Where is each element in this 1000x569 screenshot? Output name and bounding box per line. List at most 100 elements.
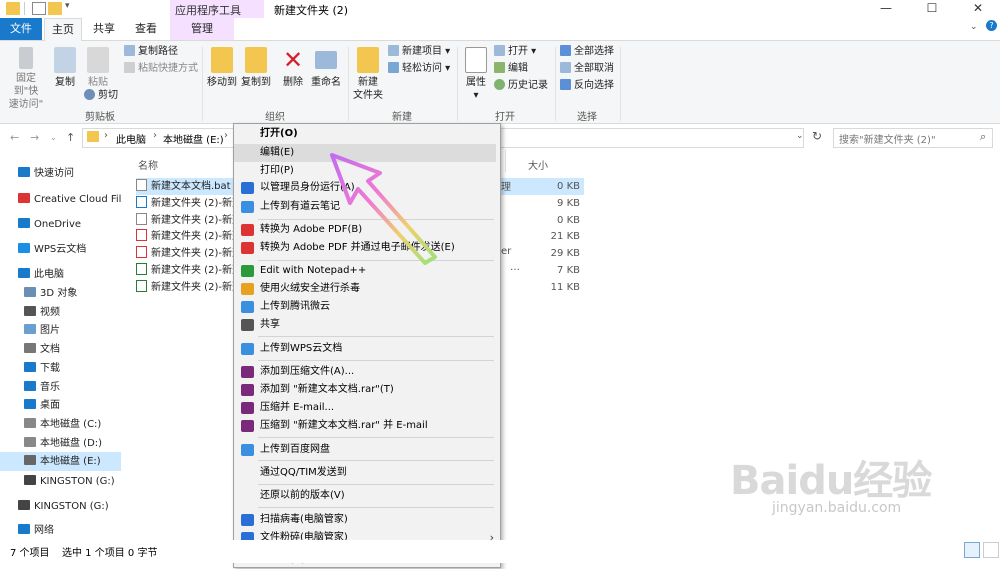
sidebar-item[interactable]: OneDrive [0,215,121,234]
menu-item-add-rar[interactable]: 添加到 "新建文本文档.rar"(T) [234,381,496,399]
menu-item-baidu-upload[interactable]: 上传到百度网盘 [234,441,496,459]
new-folder-icon [357,47,379,73]
menu-separator [258,336,494,337]
sidebar-item[interactable]: 文档 [0,340,121,359]
expand-ribbon-icon[interactable]: ⌄ [970,22,978,32]
menu-item-compress-email[interactable]: 压缩并 E-mail... [234,399,496,417]
history-button[interactable]: 历史记录 [494,78,548,94]
menu-item-weiyun-upload[interactable]: 上传到腾讯微云 [234,298,496,316]
sidebar-item[interactable]: 本地磁盘 (E:) [0,452,121,471]
move-to-button[interactable]: 移动到 [206,47,238,89]
sidebar-item[interactable]: KINGSTON (G:) [0,497,121,516]
sidebar-item[interactable]: KINGSTON (G:) [0,472,121,491]
file-row[interactable]: 新建文件夹 (2)-新建 [136,279,242,296]
type-fragment: 理 [501,182,511,193]
help-icon[interactable]: ? [986,20,997,31]
column-size[interactable]: 大小 [528,157,548,172]
large-icons-view-icon[interactable] [983,542,999,558]
tab-share[interactable]: 共享 [84,18,124,40]
maximize-button[interactable]: ☐ [909,0,955,18]
recent-locations-icon[interactable]: ⌄ [50,133,57,142]
tab-home[interactable]: 主页 [44,18,82,41]
rename-button[interactable]: 重命名 [310,47,342,89]
menu-item-scan-virus[interactable]: 扫描病毒(电脑管家) [234,511,496,529]
sidebar-item[interactable]: 3D 对象 [0,284,121,303]
file-icon [136,246,147,259]
invert-selection-button[interactable]: 反向选择 [560,78,614,94]
copy-path-button[interactable]: 复制路径 [124,44,178,60]
sidebar-item[interactable]: 视频 [0,303,121,322]
paste-label: 粘贴 [88,77,108,88]
minimize-button[interactable]: — [863,0,909,18]
copy-button[interactable]: 复制 [52,47,78,89]
sidebar-item-label: 桌面 [40,400,60,411]
tab-manage[interactable]: 管理 [170,18,234,40]
notepad-plus-icon [241,265,254,277]
sidebar-item[interactable]: 此电脑 [0,265,121,284]
back-arrow-icon[interactable]: ← [10,131,19,144]
column-name[interactable]: 名称 [138,157,158,172]
sidebar-item[interactable]: 快速访问 [0,164,121,183]
sidebar-item-icon [24,437,36,447]
sidebar-item-icon [24,324,36,334]
edit-button[interactable]: 编辑 [494,61,528,77]
delete-button[interactable]: ✕ 删除 [280,47,306,89]
menu-item-huorong-scan[interactable]: 使用火绒安全进行杀毒 [234,280,496,298]
file-row[interactable]: 新建文件夹 (2)-新建 [136,245,242,262]
search-input[interactable]: 搜索"新建文件夹 (2)" [833,128,993,148]
sidebar-item[interactable]: Creative Cloud Files [0,190,121,209]
menu-item-restore-version[interactable]: 还原以前的版本(V) [234,487,496,505]
menu-item-wps-upload[interactable]: 上传到WPS云文档 [234,340,496,358]
sidebar-item[interactable]: 网络 [0,521,121,540]
menu-item-add-archive[interactable]: 添加到压缩文件(A)... [234,363,496,381]
sidebar-item-label: 本地磁盘 (C:) [40,419,102,430]
address-dropdown-icon[interactable]: ⌄ [796,131,804,141]
paste-shortcut-button[interactable]: 粘贴快捷方式 [124,61,198,77]
breadcrumb-drive-e[interactable]: 本地磁盘 (E:) [163,131,224,146]
paste-button[interactable]: 粘贴 [84,47,112,89]
sidebar-item[interactable]: WPS云文档 [0,240,121,259]
select-none-button[interactable]: 全部取消 [560,61,614,77]
file-row[interactable]: 新建文件夹 (2)-新建 [136,195,242,212]
tab-view[interactable]: 查看 [126,18,166,40]
menu-item-label: 共享 [260,319,280,330]
easy-access-button[interactable]: 轻松访问 ▾ [388,61,450,77]
baidu-watermark: Baidu经验 [730,458,932,504]
new-folder-quick-icon[interactable] [48,2,62,15]
pin-quick-access-button[interactable]: 固定到"快 速访问" [4,47,48,111]
forward-arrow-icon[interactable]: → [30,131,39,144]
file-row[interactable]: 新建文件夹 (2)-新建 [136,262,242,279]
customize-quick-access-icon[interactable]: ▾ [65,1,70,11]
copy-to-button[interactable]: 复制到 [240,47,272,89]
sidebar-item[interactable]: 下载 [0,359,121,378]
select-all-label: 全部选择 [574,46,614,57]
open-button[interactable]: 打开 ▾ [494,44,536,60]
menu-item-compress-rar-email[interactable]: 压缩到 "新建文本文档.rar" 并 E-mail [234,417,496,435]
menu-item-share[interactable]: 共享 [234,316,496,334]
new-item-button[interactable]: 新建项目 ▾ [388,44,450,60]
sidebar-item[interactable]: 本地磁盘 (C:) [0,415,121,434]
refresh-icon[interactable]: ↻ [812,129,822,143]
properties-icon[interactable] [32,2,46,15]
close-button[interactable]: ✕ [955,0,1000,18]
up-arrow-icon[interactable]: ↑ [66,131,75,144]
file-size: 0 KB [557,214,580,226]
cut-button[interactable]: 剪切 [84,88,118,104]
menu-item-open[interactable]: 打开(O) [234,125,496,143]
file-row[interactable]: 新建文件夹 (2)-新建 [136,228,242,245]
divider [202,47,203,121]
sidebar-item[interactable]: 本地磁盘 (D:) [0,434,121,453]
new-folder-button[interactable]: 新建 文件夹 [352,47,384,102]
breadcrumb-this-pc[interactable]: 此电脑 [116,131,146,146]
properties-button[interactable]: 属性 ▾ [462,47,490,102]
tab-file[interactable]: 文件 [0,18,42,40]
file-icon [136,279,147,292]
file-row[interactable]: 新建文本文档.bat [136,178,231,195]
select-all-button[interactable]: 全部选择 [560,44,614,60]
menu-item-send-qq[interactable]: 通过QQ/TIM发送到 [234,464,496,482]
file-row[interactable]: 新建文件夹 (2)-新建 [136,212,242,229]
sidebar-item[interactable]: 桌面 [0,396,121,415]
sidebar-item[interactable]: 图片 [0,321,121,340]
details-view-icon[interactable] [964,542,980,558]
sidebar-item[interactable]: 音乐 [0,378,121,397]
